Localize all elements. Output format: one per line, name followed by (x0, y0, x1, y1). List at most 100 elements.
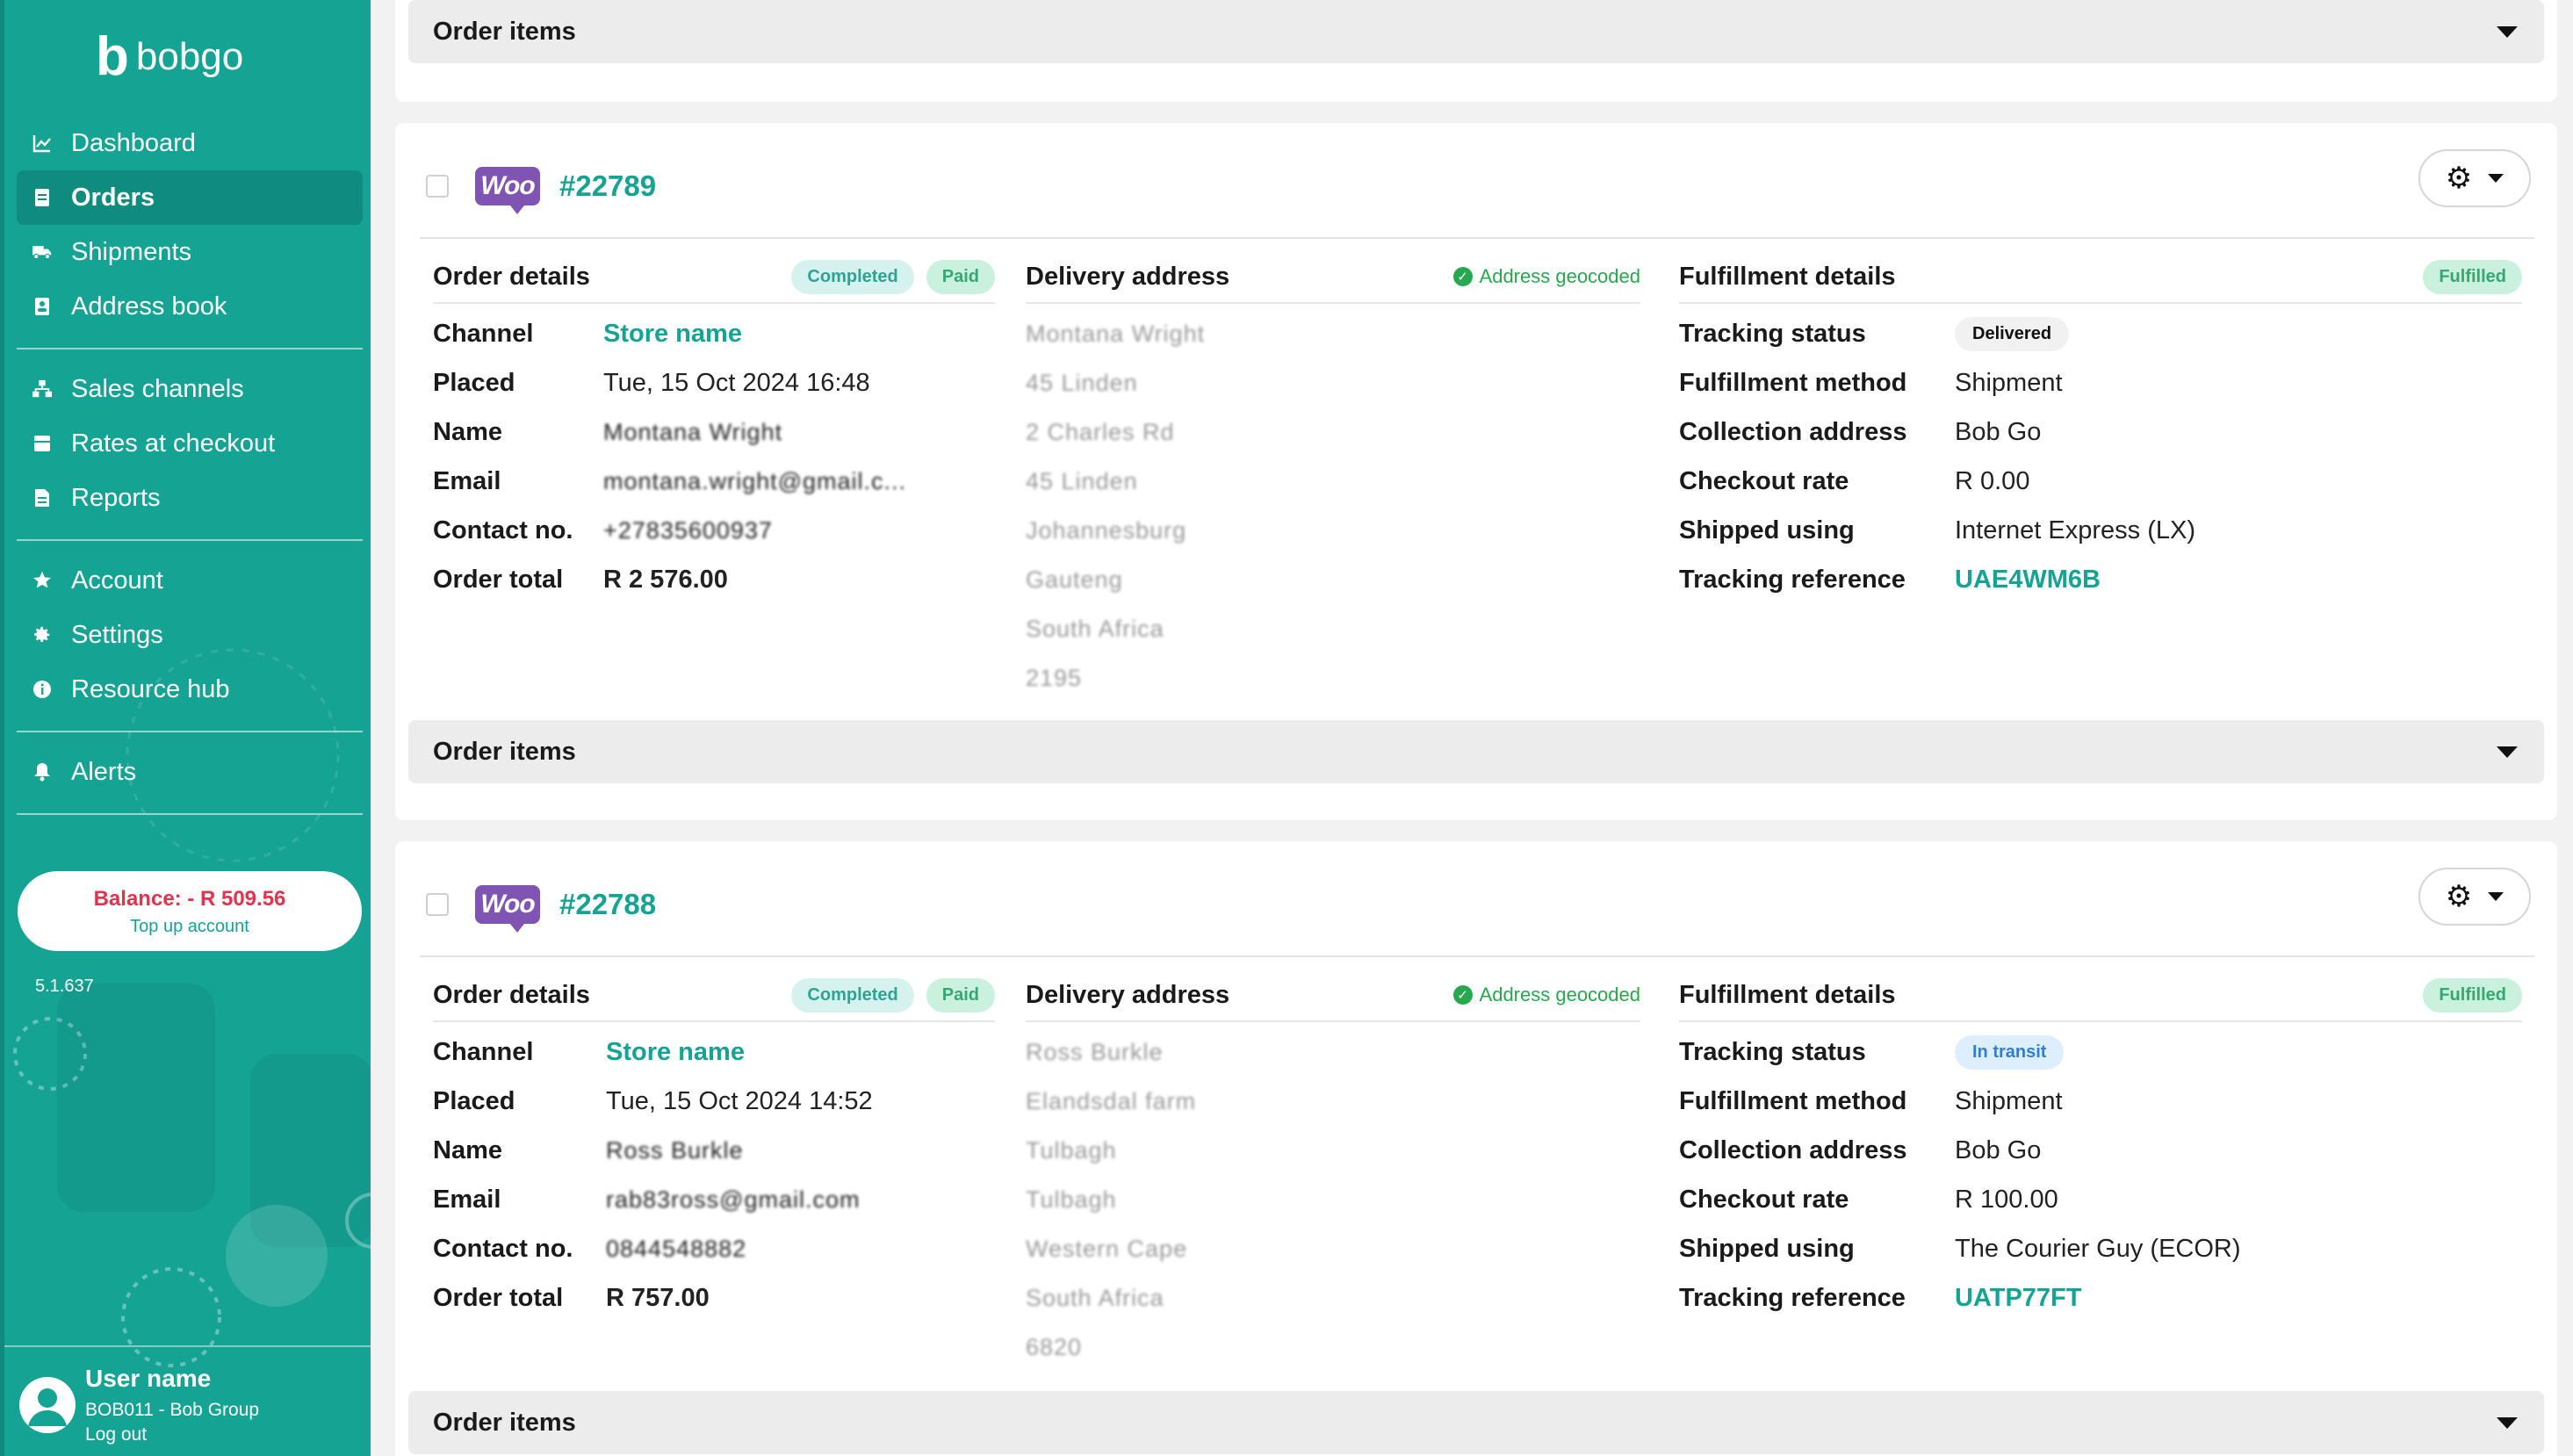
section-header: Fulfillment details Fulfilled (1679, 251, 2522, 304)
gear-icon: ⚙ (2445, 162, 2473, 195)
field-label: Order total (433, 565, 564, 594)
order-card: Woo #22789 ⚙ Order details Completed Pai… (395, 123, 2557, 820)
document-icon (32, 188, 52, 207)
fulfillment-section: Fulfillment details Fulfilled Tracking s… (1679, 251, 2522, 604)
customer-phone: 0844548882 (606, 1235, 747, 1262)
order-select-checkbox[interactable] (426, 893, 449, 916)
gear-icon: ⚙ (2445, 880, 2473, 913)
order-items-toggle[interactable]: Order items (408, 0, 2544, 63)
sidebar-item-label: Alerts (71, 757, 137, 786)
order-number[interactable]: #22788 (559, 888, 656, 921)
order-total: R 2 576.00 (603, 565, 728, 594)
field-label: Tracking status (1679, 319, 1866, 348)
checkout-rate: R 0.00 (1955, 466, 2030, 495)
check-circle-icon: ✓ (1452, 267, 1473, 286)
sidebar: b bobgo Dashboard Orders Shipments Addre… (0, 0, 371, 1456)
sidebar-item-orders[interactable]: Orders (17, 170, 363, 225)
top-up-link[interactable]: Top up account (18, 917, 362, 937)
field-label: Collection address (1679, 417, 1907, 446)
status-badge-paid: Paid (926, 259, 995, 294)
truck-icon (32, 242, 52, 262)
sidebar-item-account[interactable]: Account (17, 553, 363, 608)
store-name-link[interactable]: Store name (606, 1038, 745, 1067)
user-name: User name (85, 1365, 212, 1392)
placed-value: Tue, 15 Oct 2024 14:52 (606, 1086, 873, 1115)
geocoded-indicator: ✓ Address geocoded (1452, 984, 1640, 1006)
shipped-using: The Courier Guy (ECOR) (1955, 1234, 2241, 1263)
address-line: 2195 (1026, 664, 1083, 691)
sidebar-item-address-book[interactable]: Address book (17, 279, 363, 334)
customer-name: Montana Wright (603, 418, 783, 445)
sidebar-item-settings[interactable]: Settings (17, 608, 363, 662)
collection-address: Bob Go (1955, 1135, 2042, 1164)
sidebar-item-label: Settings (71, 620, 163, 649)
field-label: Fulfillment method (1679, 1086, 1907, 1115)
sidebar-item-reports[interactable]: Reports (17, 471, 363, 525)
sidebar-item-sales-channels[interactable]: Sales channels (17, 362, 363, 416)
section-title: Fulfillment details (1679, 262, 1896, 291)
field-label: Fulfillment method (1679, 368, 1907, 397)
field-label: Email (433, 466, 501, 495)
field-label: Tracking reference (1679, 565, 1906, 594)
address-line: 2 Charles Rd (1026, 418, 1175, 445)
nav-divider (17, 731, 363, 732)
order-card-previous: Order items (395, 0, 2557, 102)
address-line: Johannesburg (1026, 516, 1187, 544)
status-badge-completed: Completed (791, 977, 914, 1013)
sidebar-item-alerts[interactable]: Alerts (17, 745, 363, 799)
address-line: South Africa (1026, 1284, 1164, 1311)
order-select-checkbox[interactable] (426, 175, 449, 198)
order-items-toggle[interactable]: Order items (408, 1391, 2544, 1454)
sidebar-item-dashboard[interactable]: Dashboard (17, 116, 363, 170)
tracking-reference-link[interactable]: UAE4WM6B (1955, 566, 2101, 595)
order-items-label: Order items (433, 17, 576, 46)
status-badge-fulfilled: Fulfilled (2423, 259, 2522, 294)
sidebar-item-label: Rates at checkout (71, 429, 276, 458)
balance-card[interactable]: Balance: - R 509.56 Top up account (18, 871, 362, 951)
balance-amount: Balance: - R 509.56 (93, 887, 286, 911)
app-version: 5.1.637 (35, 977, 94, 996)
section-header: Delivery address ✓ Address geocoded (1026, 969, 1640, 1022)
logout-link[interactable]: Log out (85, 1424, 147, 1445)
order-items-label: Order items (433, 737, 576, 766)
section-title: Order details (433, 980, 590, 1009)
address-line: 45 Linden (1026, 369, 1138, 396)
status-badge-fulfilled: Fulfilled (2423, 977, 2522, 1013)
logo-text: bobgo (135, 35, 244, 78)
sidebar-item-label: Dashboard (71, 128, 196, 157)
order-details-section: Order details Completed Paid Channel Stor… (433, 251, 995, 604)
woocommerce-logo: Woo (475, 167, 540, 214)
order-number[interactable]: #22789 (559, 169, 656, 203)
order-items-toggle[interactable]: Order items (408, 720, 2544, 783)
field-label: Placed (433, 368, 515, 397)
sidebar-item-resource-hub[interactable]: Resource hub (17, 662, 363, 717)
delivery-address-section: Delivery address ✓ Address geocoded Monta… (1026, 251, 1640, 703)
order-actions-button[interactable]: ⚙ (2418, 868, 2531, 926)
order-actions-button[interactable]: ⚙ (2418, 149, 2531, 207)
section-title: Delivery address (1026, 262, 1230, 291)
store-name-link[interactable]: Store name (603, 320, 742, 349)
collection-address: Bob Go (1955, 417, 2042, 446)
customer-name: Ross Burkle (606, 1136, 744, 1164)
caret-down-icon (2497, 746, 2518, 758)
order-items-label: Order items (433, 1408, 576, 1437)
gear-icon (32, 625, 52, 645)
sidebar-item-rates-at-checkout[interactable]: Rates at checkout (17, 416, 363, 471)
sidebar-item-shipments[interactable]: Shipments (17, 225, 363, 279)
checkout-rate: R 100.00 (1955, 1185, 2058, 1214)
field-label: Collection address (1679, 1135, 1907, 1164)
fulfillment-method: Shipment (1955, 368, 2063, 397)
caret-down-icon (2488, 892, 2505, 901)
avatar-icon[interactable] (19, 1377, 76, 1433)
status-badge-completed: Completed (791, 259, 914, 294)
sidebar-item-label: Orders (71, 183, 155, 212)
sidebar-item-label: Resource hub (71, 674, 230, 703)
tracking-reference-link[interactable]: UATP77FT (1955, 1284, 2081, 1313)
star-icon (32, 571, 52, 590)
info-icon (32, 680, 52, 699)
address-book-icon (32, 297, 52, 316)
section-header: Order details Completed Paid (433, 969, 995, 1022)
nav-divider (17, 348, 363, 350)
bobgo-logo[interactable]: b bobgo (96, 30, 243, 84)
address-line: Ross Burkle (1026, 1038, 1164, 1065)
